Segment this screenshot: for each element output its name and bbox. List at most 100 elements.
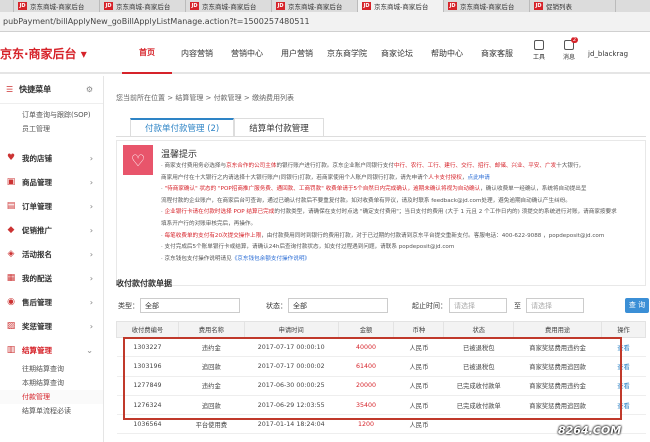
browser-tab-active[interactable]: JD 京东商城-商家后台: [358, 0, 444, 12]
watermark: 8264.COM: [558, 424, 622, 437]
chevron-right-icon: ›: [89, 273, 93, 283]
browser-tab-bar: JD 京东商城-商家后台 JD 京东商城-商家后台 JD 京东商城-商家后台 JD 京东…: [0, 0, 650, 12]
menu-activity[interactable]: ◈ 活动报名 ›: [0, 242, 103, 266]
tab-payment-order[interactable]: 付款单付款管理 (2): [130, 118, 235, 136]
notice-body: · 商家支付费用务必选择与京东合作的公司主体的银行账户进行打款。京东企业账户同银…: [161, 161, 641, 265]
time-label: 起止时间：: [412, 302, 447, 310]
notice-panel: ♡ 温馨提示 · 商家支付费用务必选择与京东合作的公司主体的银行账户进行打款。京…: [116, 140, 646, 286]
browser-tab[interactable]: JD 京东商城-商家后台: [14, 0, 100, 12]
notice-title: 温馨提示: [161, 150, 198, 160]
nav-forum[interactable]: 商家论坛: [372, 32, 422, 74]
menu-settlement[interactable]: ▥ 结算管理 ⌄: [0, 338, 103, 362]
browser-tab[interactable]: JD 促销列表: [530, 0, 616, 12]
messages-button[interactable]: 2 消息: [560, 37, 578, 61]
query-button[interactable]: 查 询: [625, 298, 649, 313]
col-header: 币种: [393, 321, 445, 338]
type-label: 类型：: [118, 302, 139, 310]
heart-icon: ♥: [6, 153, 16, 163]
notice-line: · 每笔收费单的支付有20次提交操作上限，由付款费用同时到银行的费用打款，对于已…: [161, 232, 605, 239]
sidebar: ☰ 快捷菜单 ⚙ 订单查询与跟踪(SOP) 员工管理 ♥ 我的店铺 › ▣ 商品管理 ›…: [0, 76, 104, 442]
end-date-input[interactable]: 请选择: [526, 298, 584, 313]
menu-rewards-penalties[interactable]: ▨ 奖惩管理 ›: [0, 314, 103, 338]
nav-marketing-center[interactable]: 营销中心: [222, 32, 272, 74]
browser-tab[interactable]: JD 京东商城-商家后台: [100, 0, 186, 12]
notice-line: · "待商家确认" 状态的 "POP招商推广服务费、通回款、工商罚款" 收费单请…: [161, 186, 587, 193]
payment-table: 收付费编号 费用名称 申请时间 金额 币种 状态 费用用途 操作 1303227…: [116, 321, 646, 435]
col-header: 申请时间: [243, 321, 339, 338]
view-link[interactable]: 查看: [601, 337, 646, 358]
start-date-input[interactable]: 请选择: [449, 298, 507, 313]
quick-item-order-query[interactable]: 订单查询与跟踪(SOP): [0, 108, 103, 122]
view-link[interactable]: 查看: [601, 376, 646, 396]
view-link[interactable]: 查看: [601, 356, 646, 377]
menu-my-shop[interactable]: ♥ 我的店铺 ›: [0, 146, 103, 170]
col-header: 费用用途: [513, 321, 603, 338]
settings-gear-icon[interactable]: ⚙: [86, 85, 93, 94]
menu-after-sales[interactable]: ◉ 售后管理 ›: [0, 290, 103, 314]
main-nav: 首页 内容营销 营销中心 用户营销 京东商学院 商家论坛 帮助中心 商家客服: [122, 32, 522, 74]
tools-button[interactable]: 工具: [530, 40, 548, 61]
jd-favicon-icon: JD: [448, 2, 457, 10]
product-icon: ▣: [6, 177, 16, 187]
section-title: 收付款付款单据: [116, 279, 172, 288]
nav-jd-academy[interactable]: 京东商学院: [322, 32, 372, 74]
menu-delivery[interactable]: ▦ 我的配送 ›: [0, 266, 103, 290]
sub-payment-management[interactable]: 付款管理: [0, 390, 103, 404]
page-tabs: 付款单付款管理 (2) 结算单付款管理: [130, 118, 324, 136]
sub-past-settlement[interactable]: 往期结算查询: [0, 362, 103, 376]
activity-icon: ◈: [7, 249, 15, 259]
table-row: 1303227 违约金 2017-07-17 00:00:10 40000 人民币 已被退…: [116, 337, 646, 358]
sub-settlement-guide[interactable]: 结算单流程必读: [0, 404, 103, 418]
table-row: 1303196 追回款 2017-07-17 00:00:02 61400 人民币 已被退…: [116, 356, 646, 377]
sub-current-settlement[interactable]: 本期结算查询: [0, 376, 103, 390]
nav-content-marketing[interactable]: 内容营销: [172, 32, 222, 74]
nav-user-marketing[interactable]: 用户营销: [272, 32, 322, 74]
status-select[interactable]: 全部: [288, 298, 388, 313]
order-icon: ▤: [6, 201, 16, 211]
browser-tab[interactable]: JD 京东商城-商家后台: [444, 0, 530, 12]
notice-line: · 京东钱包支付操作说明请见《京东钱包余额支付操作说明》: [161, 255, 311, 262]
col-header: 金额: [337, 321, 395, 338]
address-bar[interactable]: pubPayment/billApplyNew_goBillApplyListM…: [0, 12, 650, 32]
jd-favicon-icon: JD: [18, 2, 27, 10]
quick-menu-icon: ☰: [6, 85, 14, 94]
menu-orders[interactable]: ▤ 订单管理 ›: [0, 194, 103, 218]
heart-notice-icon: ♡: [123, 145, 153, 175]
notice-line: · 企业银行卡请在付款时选择 POP 结算已完成的付款类型，请确保在支付时点选 …: [161, 209, 617, 216]
chevron-right-icon: ›: [89, 153, 93, 163]
table-row: 1276324 追回款 2017-06-29 12:03:55 35400 人民币 已完成…: [116, 395, 646, 416]
apply-link[interactable]: 点此申请: [467, 175, 489, 181]
jd-favicon-icon: JD: [362, 2, 371, 10]
quick-menu-header[interactable]: ☰ 快捷菜单 ⚙: [0, 76, 103, 104]
col-header: 费用名称: [177, 321, 245, 338]
nav-help[interactable]: 帮助中心: [422, 32, 472, 74]
view-link[interactable]: 查看: [601, 395, 646, 416]
delivery-icon: ▦: [6, 273, 16, 283]
jd-favicon-icon: JD: [104, 2, 113, 10]
browser-tab-new[interactable]: [0, 0, 14, 12]
username[interactable]: jd_blackrag: [588, 50, 628, 58]
chevron-right-icon: ›: [89, 297, 93, 307]
nav-service[interactable]: 商家客服: [472, 32, 522, 74]
breadcrumb: 您当前所在位置 > 结算管理 > 付款管理 > 缴纳费用列表: [116, 94, 294, 102]
browser-tab[interactable]: JD 京东商城-商家后台: [272, 0, 358, 12]
table-header-row: 收付费编号 费用名称 申请时间 金额 币种 状态 费用用途 操作: [116, 321, 646, 338]
notice-line: · 支付完成后5个账单银行卡或结算，请确认24h后查询付款状态，如支付过程遇到问…: [161, 244, 455, 251]
menu-products[interactable]: ▣ 商品管理 ›: [0, 170, 103, 194]
nav-home[interactable]: 首页: [122, 32, 172, 74]
notice-line: 流程付款的企业账户，在商家后台可查询，通过已确认付款后不要重复付款。如对收费单有…: [161, 197, 571, 204]
filter-bar: 类型： 全部 状态： 全部 起止时间： 请选择 至 请选择 查 询: [116, 298, 649, 316]
browser-tab[interactable]: JD 京东商城-商家后台: [186, 0, 272, 12]
quick-item-staff[interactable]: 员工管理: [0, 122, 103, 136]
toolbox-icon: [534, 40, 544, 50]
seller-logo[interactable]: 京东·商家后台 ▾: [0, 45, 87, 62]
jd-favicon-icon: JD: [190, 2, 199, 10]
chevron-right-icon: ›: [89, 201, 93, 211]
chevron-right-icon: ›: [89, 249, 93, 259]
tab-settlement-payment[interactable]: 结算单付款管理: [234, 118, 324, 136]
menu-promotion[interactable]: ◆ 促销推广 ›: [0, 218, 103, 242]
type-select[interactable]: 全部: [140, 298, 240, 313]
wallet-guide-link[interactable]: 《京东钱包余额支付操作说明》: [232, 256, 310, 262]
tab-divider: [116, 136, 646, 137]
promotion-icon: ◆: [7, 225, 15, 235]
